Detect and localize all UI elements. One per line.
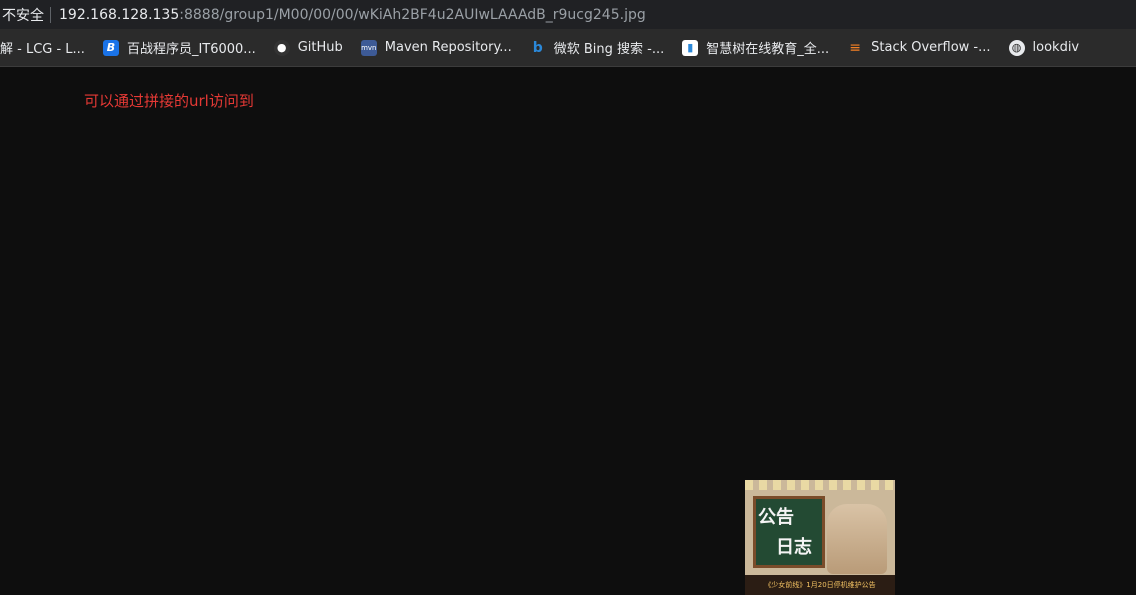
bookmark-github[interactable]: ● GitHub: [273, 39, 343, 56]
bookmark-bing[interactable]: b 微软 Bing 搜索 -...: [530, 38, 665, 58]
bookmarks-bar: 解 - LCG - L... B 百战程序员_IT6000... ● GitHu…: [0, 29, 1136, 67]
bookmark-baizhan[interactable]: B 百战程序员_IT6000...: [102, 38, 256, 57]
bookmark-stackoverflow[interactable]: ≡ Stack Overflow -...: [847, 40, 990, 56]
address-bar[interactable]: 不安全 192.168.128.135:8888/group1/M00/00/0…: [0, 0, 1136, 29]
announcement-image: 公告 日志 《少女前线》1月20日停机维护公告: [745, 480, 895, 595]
url-text[interactable]: 192.168.128.135:8888/group1/M00/00/00/wK…: [59, 7, 646, 23]
bookmark-label: lookdiv: [1032, 40, 1080, 55]
divider: [50, 6, 51, 23]
zhihuishu-icon: ▮: [682, 39, 699, 56]
bookmark-label: Maven Repository...: [384, 40, 512, 55]
bookmark-maven[interactable]: mvn Maven Repository...: [360, 39, 512, 56]
annotation-text: 可以通过拼接的url访问到: [84, 92, 254, 110]
bookmark-lcg[interactable]: 解 - LCG - L...: [0, 38, 85, 57]
board-text-top: 公告: [758, 507, 794, 528]
url-host: 192.168.128.135: [59, 6, 180, 23]
bookmark-lookdiv[interactable]: ◍ lookdiv: [1008, 39, 1080, 56]
bookmark-label: 微软 Bing 搜索 -...: [553, 42, 665, 57]
globe-icon: ◍: [1008, 39, 1025, 56]
bing-icon: b: [532, 39, 543, 56]
maven-icon: mvn: [360, 39, 377, 56]
stackoverflow-icon: ≡: [849, 39, 861, 56]
bookmark-label: GitHub: [297, 40, 343, 55]
not-secure-label[interactable]: 不安全: [0, 5, 44, 25]
bookmark-label: 百战程序员_IT6000...: [126, 42, 256, 57]
bookmark-label: Stack Overflow -...: [871, 40, 991, 55]
github-icon: ●: [273, 39, 290, 56]
board-text-bottom: 日志: [776, 537, 812, 558]
baizhan-icon: B: [102, 39, 119, 56]
caption-strip: 《少女前线》1月20日停机维护公告: [745, 575, 895, 595]
character-illustration: [827, 504, 887, 574]
chalkboard: 公告 日志: [753, 496, 825, 568]
bunting-decoration: [745, 480, 895, 490]
bookmark-zhihuishu[interactable]: ▮ 智慧树在线教育_全...: [682, 38, 829, 57]
url-path: :8888/group1/M00/00/00/wKiAh2BF4u2AUIwLA…: [179, 6, 646, 23]
bookmark-label: 解 - LCG - L...: [0, 42, 85, 57]
bookmark-label: 智慧树在线教育_全...: [706, 42, 830, 57]
